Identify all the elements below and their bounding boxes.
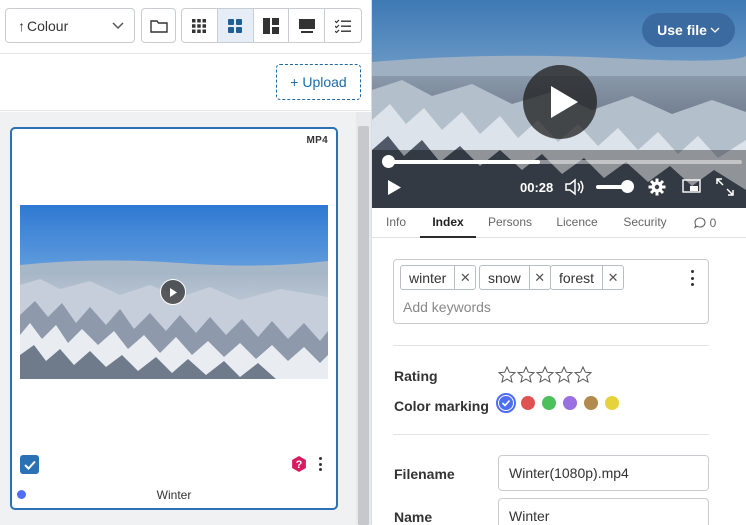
tab-persons[interactable]: Persons xyxy=(484,208,536,238)
chevron-down-icon xyxy=(112,22,124,30)
volume-icon[interactable] xyxy=(565,178,585,196)
remove-keyword-icon[interactable]: ✕ xyxy=(454,266,475,289)
remove-keyword-icon[interactable]: ✕ xyxy=(602,266,623,289)
comment-count: 0 xyxy=(709,216,717,230)
section-divider xyxy=(393,345,709,346)
tab-index[interactable]: Index xyxy=(420,208,476,238)
tab-comments[interactable]: 0 xyxy=(688,208,722,238)
medium-grid-icon xyxy=(228,18,243,33)
color-swatch-brown[interactable] xyxy=(584,396,598,410)
rating-label: Rating xyxy=(394,368,438,384)
play-control-icon[interactable] xyxy=(387,179,402,196)
color-swatch-red[interactable] xyxy=(521,396,535,410)
keyword-chip: forest ✕ xyxy=(550,265,625,290)
detail-tabs: Info Index Persons Licence Security 0 xyxy=(372,208,746,238)
sort-ascending-icon: ↑ xyxy=(18,17,25,34)
large-thumbnail-icon xyxy=(298,18,315,33)
current-time: 00:28 xyxy=(520,180,554,195)
view-masonry-button[interactable] xyxy=(254,9,290,42)
scrollbar[interactable] xyxy=(356,112,371,525)
view-medium-grid-button[interactable] xyxy=(217,9,254,42)
video-player[interactable]: Use file 00:28 xyxy=(372,0,746,208)
picture-in-picture-icon[interactable] xyxy=(682,179,701,195)
keywords-field[interactable]: winter ✕ snow ✕ forest ✕ Add keywords xyxy=(393,259,709,324)
view-mode-group xyxy=(181,8,362,43)
folder-button[interactable] xyxy=(141,8,176,43)
keyword-chip-label: winter xyxy=(409,269,447,286)
keyword-chip: winter ✕ xyxy=(400,265,477,290)
asset-card[interactable]: MP4 ? Winter xyxy=(10,127,338,510)
small-grid-icon xyxy=(192,18,207,33)
keywords-input[interactable]: Add keywords xyxy=(403,299,491,315)
color-marking-label: Color marking xyxy=(394,398,489,414)
tab-security[interactable]: Security xyxy=(618,208,672,238)
checklist-icon xyxy=(335,19,352,33)
section-divider xyxy=(393,434,709,435)
seek-bar[interactable] xyxy=(388,160,742,164)
star-icon[interactable] xyxy=(498,366,516,383)
settings-gear-icon[interactable] xyxy=(648,178,666,196)
sort-select[interactable]: ↑ Colour xyxy=(5,8,135,43)
view-large-thumbnail-button[interactable] xyxy=(289,9,326,42)
volume-handle[interactable] xyxy=(621,180,634,193)
fullscreen-icon[interactable] xyxy=(716,178,734,196)
keywords-more-menu-button[interactable] xyxy=(689,270,695,286)
seek-bar-buffered xyxy=(388,160,541,164)
keyword-chip-label: forest xyxy=(559,269,595,286)
help-badge-icon[interactable]: ? xyxy=(291,456,307,472)
view-list-button[interactable] xyxy=(325,9,361,42)
filename-label: Filename xyxy=(394,466,455,482)
keyword-chip: snow ✕ xyxy=(479,265,551,290)
browser-toolbar: ↑ Colour xyxy=(0,0,371,54)
seek-handle[interactable] xyxy=(382,155,395,168)
big-play-button[interactable] xyxy=(523,65,597,139)
tab-licence[interactable]: Licence xyxy=(552,208,602,238)
masonry-icon xyxy=(262,17,279,34)
keyword-chip-label: snow xyxy=(488,269,521,286)
checkmark-icon xyxy=(499,396,513,410)
color-swatch-yellow[interactable] xyxy=(605,396,619,410)
filename-field[interactable]: Winter(1080p).mp4 xyxy=(498,455,709,491)
name-field[interactable]: Winter xyxy=(498,498,709,525)
comment-icon xyxy=(693,217,706,229)
chevron-down-icon xyxy=(710,27,720,33)
color-swatch-blue-selected[interactable] xyxy=(496,393,516,413)
color-swatch-purple[interactable] xyxy=(563,396,577,410)
card-more-menu-button[interactable] xyxy=(315,455,325,473)
play-overlay-button[interactable] xyxy=(160,279,186,305)
star-icon[interactable] xyxy=(574,366,592,383)
folder-icon xyxy=(149,19,168,33)
asset-detail-pane: Use file 00:28 Info Index Persons Licenc… xyxy=(372,0,746,525)
color-marking-swatches xyxy=(496,393,626,413)
star-icon[interactable] xyxy=(555,366,573,383)
svg-text:?: ? xyxy=(296,459,303,471)
remove-keyword-icon[interactable]: ✕ xyxy=(528,266,550,289)
play-icon xyxy=(551,86,578,118)
checkmark-icon xyxy=(23,460,36,470)
play-icon xyxy=(170,287,177,297)
tab-info[interactable]: Info xyxy=(380,208,412,238)
view-small-grid-button[interactable] xyxy=(182,9,218,42)
star-icon[interactable] xyxy=(536,366,554,383)
name-label: Name xyxy=(394,509,433,525)
color-swatch-green[interactable] xyxy=(542,396,556,410)
upload-row: + Upload xyxy=(0,54,371,111)
asset-name: Winter xyxy=(156,488,192,502)
star-icon[interactable] xyxy=(517,366,535,383)
asset-browser-pane: ↑ Colour + Upload MP4 ? Winter xyxy=(0,0,372,525)
file-type-badge: MP4 xyxy=(306,135,328,146)
rating-stars[interactable] xyxy=(498,366,592,383)
use-file-button[interactable]: Use file xyxy=(642,13,735,47)
asset-thumbnail[interactable] xyxy=(20,205,328,379)
scrollbar-thumb[interactable] xyxy=(358,126,369,525)
select-checkbox[interactable] xyxy=(20,455,39,474)
upload-button[interactable]: + Upload xyxy=(276,64,361,100)
sort-select-value: Colour xyxy=(27,17,69,34)
use-file-label: Use file xyxy=(657,22,707,38)
